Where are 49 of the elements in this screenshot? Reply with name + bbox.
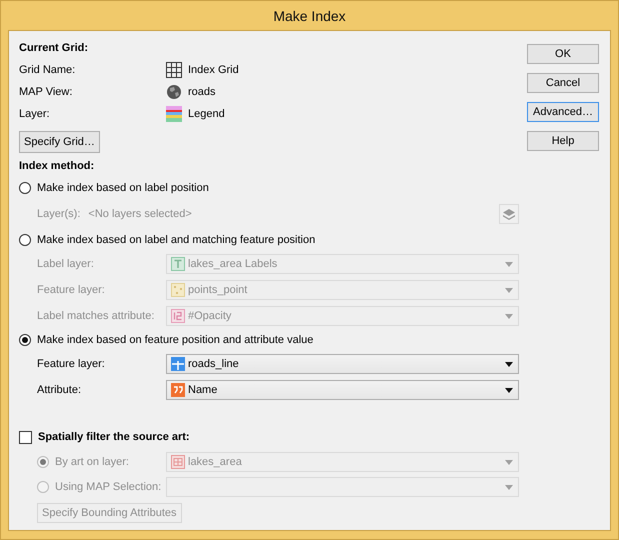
window-title: Make Index [272,6,347,26]
dropdown[interactable]: Name [166,380,519,400]
field-label: Attribute: [37,384,82,396]
field-label: Feature layer: [37,284,106,296]
radio-label: By art on layer: [55,456,129,468]
line-layer-icon [171,357,185,371]
dialog-button[interactable]: Help [527,131,599,151]
text-field-icon [171,383,185,397]
dropdown-arrow-icon [505,314,513,319]
dropdown-arrow-icon [505,288,513,293]
dropdown[interactable]: roads_line [166,354,519,374]
dialog-button[interactable]: Advanced… [527,102,599,122]
dialog-button[interactable]: OK [527,44,599,64]
checkbox-label: Spatially filter the source art: [38,431,190,443]
dropdown-arrow-icon [505,484,513,490]
field-value: roads [188,86,216,98]
field-value: Legend [188,108,225,120]
section-heading: Current Grid: [19,41,90,56]
dialog-button[interactable]: Cancel [527,73,599,93]
field-label: Label matches attribute: [37,310,156,322]
field-value: Index Grid [188,64,239,76]
field-label: Label layer: [37,258,95,270]
field-label: Grid Name: [19,64,76,76]
area-layer-icon [171,454,185,468]
field-label: Layer(s): [37,208,80,220]
radio-label: Make index based on feature position and attribute value [37,334,314,346]
dropdown-arrow-icon [505,388,513,393]
field-label: Layer: [19,108,51,120]
radio-button[interactable] [19,182,31,194]
field-label: MAP View: [19,86,74,98]
dropdown-arrow-icon [505,460,513,464]
globe-icon [166,84,182,100]
grid-icon [166,62,182,78]
text-layer-icon [171,257,185,271]
layer-value: <No layers selected> [88,208,192,220]
legend-icon [166,106,182,122]
number-field-icon [171,309,185,323]
dropdown-arrow-icon [505,362,513,367]
radio-label: Using MAP Selection: [55,480,162,492]
radio-label: Make index based on label and matching feature position [37,234,316,246]
radio-button[interactable] [19,234,31,246]
radio-button[interactable] [19,334,31,346]
layers-icon [503,208,515,220]
point-layer-icon [171,283,185,297]
radio-label: Make index based on label position [37,182,209,194]
dropdown-arrow-icon [505,262,513,267]
section-heading: Index method: [19,159,96,174]
field-label: Feature layer: [37,358,106,370]
specify-grid-button[interactable]: Specify Grid… [19,131,100,153]
